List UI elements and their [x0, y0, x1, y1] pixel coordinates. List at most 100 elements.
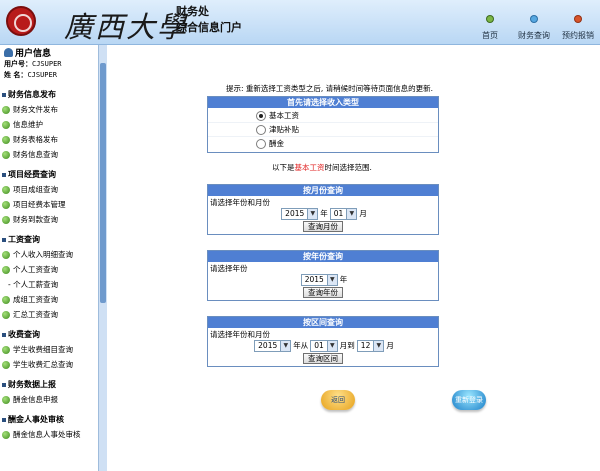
- green-bullet-icon: [2, 296, 10, 304]
- sidebar-scrollbar[interactable]: [98, 45, 107, 471]
- range-query-to-label: 月到: [339, 341, 355, 350]
- home-icon: [487, 16, 493, 22]
- menu-item-personal-income-detail[interactable]: 个人收入明细查询: [0, 249, 98, 261]
- green-bullet-icon: [2, 396, 10, 404]
- year-query-panel: 按年份查询 请选择年份 2015 ▼ 年 查询年份: [207, 250, 439, 301]
- year-query-title: 按年份查询: [208, 251, 438, 262]
- submenu-personal-pay-query[interactable]: - 个人工薪查询: [0, 279, 98, 291]
- menu-item-student-fee-summary[interactable]: 学生收费汇总查询: [0, 359, 98, 371]
- menu-item-label: 学生收费汇总查询: [13, 360, 73, 369]
- green-bullet-icon: [2, 216, 10, 224]
- scrollbar-thumb[interactable]: [100, 63, 106, 303]
- section-fee-query-title: 收费查询: [8, 330, 40, 339]
- section-square-icon: [2, 238, 6, 242]
- radio-basic-salary[interactable]: 基本工资: [208, 109, 438, 123]
- green-bullet-icon: [2, 361, 10, 369]
- green-bullet-icon: [2, 121, 10, 129]
- nav-finance-query[interactable]: 财务查询: [512, 6, 556, 44]
- chevron-down-icon: ▼: [280, 341, 291, 351]
- menu-item-label: 财务文件发布: [13, 105, 58, 114]
- section-fee-query: 收费查询: [0, 329, 98, 341]
- section-square-icon: [2, 418, 6, 422]
- chevron-down-icon: ▼: [326, 275, 337, 285]
- range-query-label: 请选择年份和月份: [210, 330, 270, 339]
- year-query-label: 请选择年份: [210, 264, 248, 273]
- year-query-year-value: 2015: [304, 275, 324, 284]
- year-query-year-unit: 年: [339, 275, 348, 284]
- range-query-button[interactable]: 查询区间: [303, 353, 343, 364]
- user-name-line: 姓 名：CJSUPER: [0, 70, 98, 81]
- menu-item-label: 个人工资查询: [13, 265, 58, 274]
- chevron-down-icon: ▼: [373, 341, 384, 351]
- section-hr-review-title: 酬金人事处审核: [8, 415, 64, 424]
- menu-item-project-funds-book[interactable]: 项目经费本管理: [0, 199, 98, 211]
- green-bullet-icon: [2, 186, 10, 194]
- radio-remuneration-input[interactable]: [256, 138, 266, 149]
- menu-item-info-maintenance[interactable]: 信息维护: [0, 119, 98, 131]
- range-note: 以下是基本工资时间选择范围.: [272, 162, 372, 173]
- university-seal-logo: [6, 6, 36, 36]
- radio-remuneration-label: 酬金: [269, 139, 284, 148]
- year-query-button[interactable]: 查询年份: [303, 287, 343, 298]
- month-query-year-unit: 年: [320, 209, 328, 218]
- menu-item-label: 汇总工资查询: [13, 310, 58, 319]
- menu-item-finance-receipt-query[interactable]: 财务到款查询: [0, 214, 98, 226]
- year-query-row: 2015 ▼ 年: [210, 274, 436, 286]
- range-query-body: 请选择年份和月份 2015 ▼ 年从 01 ▼ 月到 12 ▼ 月 查询区间: [208, 328, 438, 366]
- range-query-to-month-select[interactable]: 12 ▼: [356, 340, 385, 352]
- user-info-title-text: 用户信息: [15, 49, 52, 59]
- user-info-title: 用户信息: [0, 45, 98, 59]
- chevron-down-icon: ▼: [326, 341, 337, 351]
- income-type-panel-title: 首先请选择收入类型: [208, 97, 438, 108]
- back-button[interactable]: 返回: [321, 390, 355, 410]
- green-bullet-icon: [2, 346, 10, 354]
- university-name-logo: 廣西大學: [64, 10, 189, 44]
- user-id-value: CJSUPER: [32, 60, 62, 68]
- range-note-type: 基本工资: [294, 163, 325, 172]
- section-finance-info-title: 财务信息发布: [8, 90, 56, 99]
- menu-item-summary-salary-query[interactable]: 汇总工资查询: [0, 309, 98, 321]
- month-query-label: 请选择年份和月份: [210, 198, 270, 207]
- range-query-year-select[interactable]: 2015 ▼: [254, 340, 292, 352]
- menu-item-label: 项目成组查询: [13, 185, 58, 194]
- menu-item-group-salary-query[interactable]: 成组工资查询: [0, 294, 98, 306]
- range-query-panel: 按区间查询 请选择年份和月份 2015 ▼ 年从 01 ▼ 月到 12 ▼ 月 查询区…: [207, 316, 439, 367]
- month-query-panel: 按月份查询 请选择年份和月份 2015 ▼ 年 01 ▼ 月 查询月份: [207, 184, 439, 235]
- menu-item-remuneration-report[interactable]: 酬金信息申报: [0, 394, 98, 406]
- menu-item-finance-form-publish[interactable]: 财务表格发布: [0, 134, 98, 146]
- menu-item-label: 财务到款查询: [13, 215, 58, 224]
- relogin-button[interactable]: 重新登录: [452, 390, 486, 410]
- green-bullet-icon: [2, 251, 10, 259]
- month-query-year-select[interactable]: 2015 ▼: [281, 208, 319, 220]
- radio-allowance[interactable]: 津贴补贴: [208, 123, 438, 137]
- radio-basic-salary-input[interactable]: [256, 110, 266, 121]
- nav-booking[interactable]: 预约报销: [556, 6, 600, 44]
- green-bullet-icon: [2, 151, 10, 159]
- range-query-row: 2015 ▼ 年从 01 ▼ 月到 12 ▼ 月: [210, 340, 436, 352]
- menu-item-label: 财务信息查询: [13, 150, 58, 159]
- radio-allowance-input[interactable]: [256, 124, 266, 135]
- nav-home[interactable]: 首页: [468, 6, 512, 44]
- range-note-prefix: 以下是: [272, 163, 295, 172]
- radio-remuneration[interactable]: 酬金: [208, 137, 438, 150]
- range-note-suffix: 时间选择范围.: [324, 163, 372, 172]
- menu-item-student-fee-detail[interactable]: 学生收费细目查询: [0, 344, 98, 356]
- nav-finance-query-label: 财务查询: [518, 31, 550, 40]
- section-hr-review: 酬金人事处审核: [0, 414, 98, 426]
- menu-item-label: 个人收入明细查询: [13, 250, 73, 259]
- menu-item-project-group-query[interactable]: 项目成组查询: [0, 184, 98, 196]
- menu-item-label: 财务表格发布: [13, 135, 58, 144]
- month-query-button[interactable]: 查询月份: [303, 221, 343, 232]
- range-query-from-month-select[interactable]: 01 ▼: [310, 340, 338, 352]
- menu-item-personal-salary-query[interactable]: 个人工资查询: [0, 264, 98, 276]
- menu-item-finance-file-publish[interactable]: 财务文件发布: [0, 104, 98, 116]
- sidebar: 用户信息 用户号：CJSUPER 姓 名：CJSUPER 财务信息发布 财务文件…: [0, 45, 99, 471]
- menu-item-label: 酬金信息人事处审核: [13, 430, 81, 439]
- month-query-row: 2015 ▼ 年 01 ▼ 月: [210, 208, 436, 220]
- user-name-value: CJSUPER: [27, 71, 57, 79]
- year-query-year-select[interactable]: 2015 ▼: [300, 274, 338, 286]
- section-salary-query: 工资查询: [0, 234, 98, 246]
- menu-item-hr-remuneration-review[interactable]: 酬金信息人事处审核: [0, 429, 98, 441]
- month-query-month-select[interactable]: 01 ▼: [329, 208, 358, 220]
- menu-item-finance-info-query[interactable]: 财务信息查询: [0, 149, 98, 161]
